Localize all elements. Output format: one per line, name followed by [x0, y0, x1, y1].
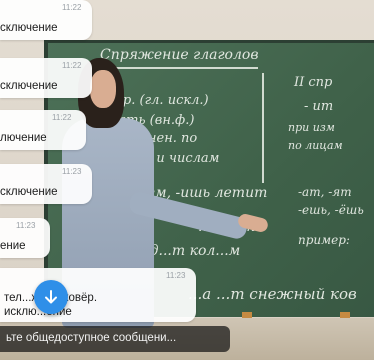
message-text: лючение [0, 132, 47, 144]
board-text-mid5: пример: [298, 233, 350, 247]
chat-message[interactable]: 11:22 сключение [0, 0, 92, 40]
board-text-right4: по лицам [288, 139, 343, 152]
message-composer[interactable]: ьте общедоступное сообщени... [0, 326, 230, 352]
board-divider [262, 73, 264, 183]
message-text: ение [0, 240, 26, 252]
composer-placeholder: ьте общедоступное сообщени... [6, 332, 177, 344]
message-text: сключение [0, 186, 58, 198]
message-time: 11:22 [52, 113, 72, 122]
board-title: Спряжение глаголов [100, 47, 259, 63]
board-text-right2: - ит [304, 99, 334, 114]
message-text: сключение [0, 80, 58, 92]
chat-message[interactable]: 11:22 лючение [0, 110, 86, 150]
board-text-mid3: -ешь, -ёшь [298, 203, 364, 217]
message-time: 11:23 [62, 167, 82, 176]
chat-message[interactable]: 11:23 сключение [0, 164, 92, 204]
teacher-face [90, 70, 116, 108]
chat-message[interactable]: 11:23 ение [0, 218, 50, 258]
scroll-down-button[interactable] [34, 280, 68, 314]
chat-message[interactable]: 11:22 сключение [0, 58, 92, 98]
board-underline [98, 67, 258, 69]
chat-message[interactable]: 11:23 тел...жный ковёр. исклю...ение [0, 268, 196, 322]
message-time: 11:23 [16, 221, 36, 230]
message-time: 11:22 [62, 61, 82, 70]
board-text-right3: при изм [288, 121, 335, 134]
board-text-bottom: ...а ...т снежный ков [188, 285, 357, 303]
message-time: 11:22 [62, 3, 82, 12]
board-text-right1: II спр [294, 75, 333, 90]
message-time: 11:23 [166, 271, 186, 280]
board-text-mid2: -ат, -ят [298, 185, 352, 199]
message-text: сключение [0, 22, 58, 34]
arrow-down-icon [45, 290, 57, 304]
